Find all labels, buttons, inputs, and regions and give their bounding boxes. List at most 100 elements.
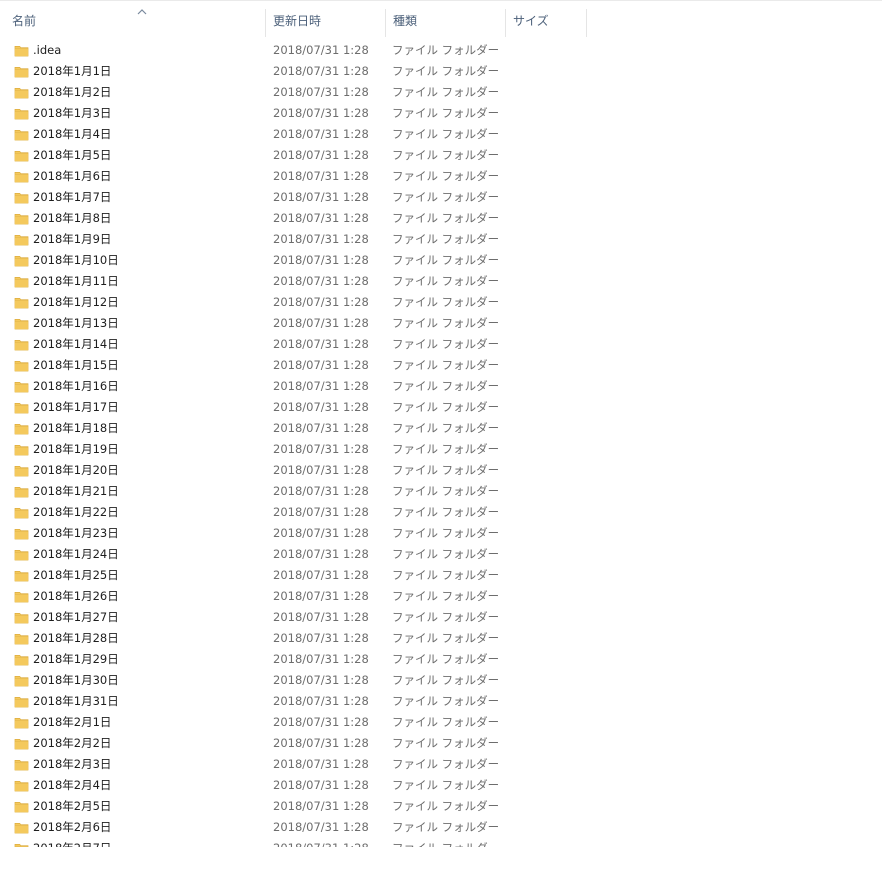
folder-icon [14,529,29,540]
file-name: 2018年2月3日 [33,757,112,771]
file-modified-date: 2018/07/31 1:28 [273,715,369,729]
file-name: 2018年1月16日 [33,379,119,393]
file-modified-date: 2018/07/31 1:28 [273,64,369,78]
file-row[interactable]: 2018年1月15日 2018/07/31 1:28 ファイル フォルダー [0,355,600,376]
file-row[interactable]: 2018年1月31日 2018/07/31 1:28 ファイル フォルダー [0,691,600,712]
file-modified-date: 2018/07/31 1:28 [273,295,369,309]
file-row[interactable]: 2018年2月1日 2018/07/31 1:28 ファイル フォルダー [0,712,600,733]
column-header-type-label: 種類 [393,14,418,28]
file-row[interactable]: 2018年1月28日 2018/07/31 1:28 ファイル フォルダー [0,628,600,649]
file-row[interactable]: 2018年1月10日 2018/07/31 1:28 ファイル フォルダー [0,250,600,271]
column-header-date[interactable]: 更新日時 [267,9,386,37]
file-modified-date: 2018/07/31 1:28 [273,505,369,519]
file-row[interactable]: 2018年1月2日 2018/07/31 1:28 ファイル フォルダー [0,82,600,103]
file-row[interactable]: .idea 2018/07/31 1:28 ファイル フォルダー [0,40,600,61]
file-row[interactable]: 2018年1月12日 2018/07/31 1:28 ファイル フォルダー [0,292,600,313]
file-row[interactable]: 2018年1月16日 2018/07/31 1:28 ファイル フォルダー [0,376,600,397]
folder-icon [14,172,29,183]
folder-icon [14,487,29,498]
file-row[interactable]: 2018年1月3日 2018/07/31 1:28 ファイル フォルダー [0,103,600,124]
file-row[interactable]: 2018年1月25日 2018/07/31 1:28 ファイル フォルダー [0,565,600,586]
file-modified-date: 2018/07/31 1:28 [273,838,369,847]
file-modified-date: 2018/07/31 1:28 [273,400,369,414]
file-row[interactable]: 2018年1月29日 2018/07/31 1:28 ファイル フォルダー [0,649,600,670]
folder-icon [14,130,29,141]
file-row[interactable]: 2018年1月20日 2018/07/31 1:28 ファイル フォルダー [0,460,600,481]
sort-ascending-icon [137,9,147,15]
column-header-size[interactable]: サイズ [507,9,587,37]
file-type: ファイル フォルダー [392,547,500,561]
file-type: ファイル フォルダー [392,148,500,162]
column-header-type[interactable]: 種類 [387,9,506,37]
file-row[interactable]: 2018年1月17日 2018/07/31 1:28 ファイル フォルダー [0,397,600,418]
folder-icon [14,340,29,351]
file-row[interactable]: 2018年1月22日 2018/07/31 1:28 ファイル フォルダー [0,502,600,523]
file-row[interactable]: 2018年2月5日 2018/07/31 1:28 ファイル フォルダー [0,796,600,817]
file-name: 2018年1月29日 [33,652,119,666]
file-row[interactable]: 2018年2月6日 2018/07/31 1:28 ファイル フォルダー [0,817,600,838]
folder-icon [14,613,29,624]
file-modified-date: 2018/07/31 1:28 [273,568,369,582]
folder-icon [14,424,29,435]
folder-icon [14,214,29,225]
file-row[interactable]: 2018年1月30日 2018/07/31 1:28 ファイル フォルダー [0,670,600,691]
file-modified-date: 2018/07/31 1:28 [273,610,369,624]
file-type: ファイル フォルダー [392,232,500,246]
file-row[interactable]: 2018年1月26日 2018/07/31 1:28 ファイル フォルダー [0,586,600,607]
file-row[interactable]: 2018年1月19日 2018/07/31 1:28 ファイル フォルダー [0,439,600,460]
file-name: 2018年1月11日 [33,274,119,288]
file-row[interactable]: 2018年1月14日 2018/07/31 1:28 ファイル フォルダー [0,334,600,355]
file-row[interactable]: 2018年2月4日 2018/07/31 1:28 ファイル フォルダー [0,775,600,796]
column-header-name[interactable]: 名前 [6,9,266,37]
file-name: 2018年1月7日 [33,190,112,204]
file-type: ファイル フォルダー [392,568,500,582]
file-row[interactable]: 2018年1月6日 2018/07/31 1:28 ファイル フォルダー [0,166,600,187]
file-type: ファイル フォルダー [392,610,500,624]
file-modified-date: 2018/07/31 1:28 [273,358,369,372]
file-row[interactable]: 2018年1月9日 2018/07/31 1:28 ファイル フォルダー [0,229,600,250]
file-row[interactable]: 2018年1月11日 2018/07/31 1:28 ファイル フォルダー [0,271,600,292]
folder-icon [14,655,29,666]
folder-icon [14,508,29,519]
file-row[interactable]: 2018年2月3日 2018/07/31 1:28 ファイル フォルダー [0,754,600,775]
file-row[interactable]: 2018年1月7日 2018/07/31 1:28 ファイル フォルダー [0,187,600,208]
column-header-name-label: 名前 [12,14,37,28]
file-type: ファイル フォルダー [392,211,500,225]
folder-icon [14,319,29,330]
file-modified-date: 2018/07/31 1:28 [273,463,369,477]
file-name: 2018年1月13日 [33,316,119,330]
file-row[interactable]: 2018年1月8日 2018/07/31 1:28 ファイル フォルダー [0,208,600,229]
folder-icon [14,823,29,834]
file-type: ファイル フォルダー [392,442,500,456]
file-type: ファイル フォルダー [392,838,499,847]
file-name: 2018年1月1日 [33,64,112,78]
file-row[interactable]: 2018年1月1日 2018/07/31 1:28 ファイル フォルダー [0,61,600,82]
folder-icon [14,445,29,456]
file-row[interactable]: 2018年1月4日 2018/07/31 1:28 ファイル フォルダー [0,124,600,145]
file-type: ファイル フォルダー [392,715,500,729]
file-row[interactable]: 2018年1月24日 2018/07/31 1:28 ファイル フォルダー [0,544,600,565]
column-header-size-label: サイズ [513,14,549,28]
file-modified-date: 2018/07/31 1:28 [273,652,369,666]
file-modified-date: 2018/07/31 1:28 [273,43,369,57]
file-type: ファイル フォルダー [392,463,500,477]
file-name: .idea [33,43,62,57]
file-modified-date: 2018/07/31 1:28 [273,694,369,708]
file-row[interactable]: 2018年2月2日 2018/07/31 1:28 ファイル フォルダー [0,733,600,754]
file-modified-date: 2018/07/31 1:28 [273,799,369,813]
file-row[interactable]: 2018年1月5日 2018/07/31 1:28 ファイル フォルダー [0,145,600,166]
file-type: ファイル フォルダー [392,379,500,393]
file-modified-date: 2018/07/31 1:28 [273,316,369,330]
file-row[interactable]: 2018年1月21日 2018/07/31 1:28 ファイル フォルダー [0,481,600,502]
file-modified-date: 2018/07/31 1:28 [273,736,369,750]
file-row[interactable]: 2018年1月23日 2018/07/31 1:28 ファイル フォルダー [0,523,600,544]
file-type: ファイル フォルダー [392,85,500,99]
file-row[interactable]: 2018年1月27日 2018/07/31 1:28 ファイル フォルダー [0,607,600,628]
file-row[interactable]: 2018年1月18日 2018/07/31 1:28 ファイル フォルダー [0,418,600,439]
file-row[interactable]: 2018年1月13日 2018/07/31 1:28 ファイル フォルダー [0,313,600,334]
folder-icon [14,403,29,414]
folder-icon [14,739,29,750]
file-type: ファイル フォルダー [392,400,500,414]
folder-icon [14,88,29,99]
file-row[interactable]: 2018年2月7日 2018/07/31 1:28 ファイル フォルダー [0,838,600,847]
